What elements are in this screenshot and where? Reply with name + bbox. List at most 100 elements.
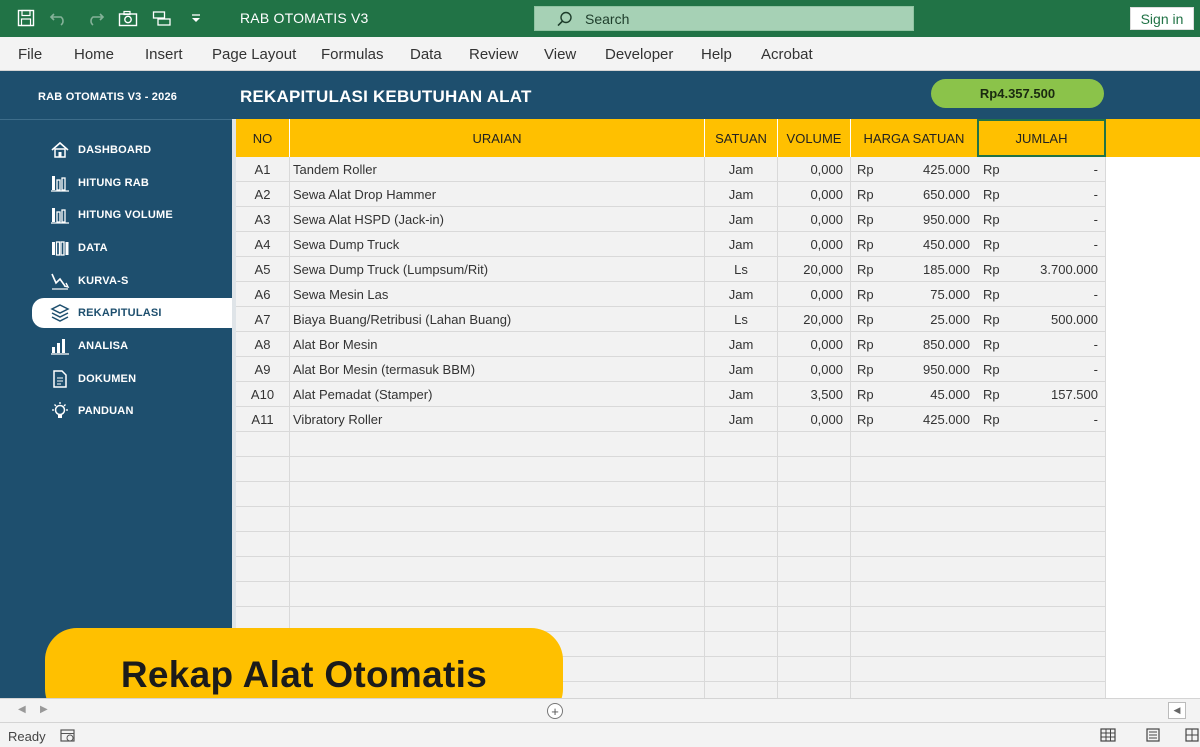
column-header-no[interactable]: NO	[236, 119, 290, 157]
cell-satuan[interactable]: Jam	[705, 282, 778, 307]
cell-volume[interactable]	[778, 507, 851, 532]
scroll-left-icon[interactable]: ◀	[18, 704, 26, 715]
ribbon-tab-formulas[interactable]: Formulas	[321, 46, 384, 63]
cell-satuan[interactable]: Jam	[705, 357, 778, 382]
cell-volume[interactable]	[778, 607, 851, 632]
cell-harga[interactable]: Rp 950.000	[851, 207, 978, 232]
cell-satuan[interactable]	[705, 482, 778, 507]
cell-harga[interactable]: Rp 450.000	[851, 232, 978, 257]
cell-satuan[interactable]	[705, 457, 778, 482]
cell-jumlah[interactable]: Rp 500.000	[977, 307, 1106, 332]
cell-satuan[interactable]: Jam	[705, 332, 778, 357]
cell-uraian[interactable]	[290, 582, 705, 607]
page-break-view-icon[interactable]	[1185, 728, 1200, 742]
cell-no[interactable]: A9	[236, 357, 290, 382]
cell-jumlah[interactable]: Rp -	[977, 157, 1106, 182]
cell-jumlah[interactable]: Rp -	[977, 407, 1106, 432]
page-layout-view-icon[interactable]	[1145, 728, 1161, 742]
cell-harga[interactable]	[851, 482, 978, 507]
sidebar-item-kurva-s[interactable]: KURVA-S	[0, 266, 232, 296]
cell-volume[interactable]: 3,500	[778, 382, 851, 407]
cell-satuan[interactable]: Jam	[705, 182, 778, 207]
ribbon-tab-help[interactable]: Help	[701, 46, 732, 63]
cell-uraian[interactable]: Sewa Alat HSPD (Jack-in)	[290, 207, 705, 232]
search-box[interactable]: Search	[534, 6, 914, 31]
cell-no[interactable]: A4	[236, 232, 290, 257]
sidebar-item-panduan[interactable]: PANDUAN	[0, 396, 232, 426]
normal-view-icon[interactable]	[1100, 728, 1116, 742]
scroll-left-arrow-icon[interactable]: ◀	[1168, 702, 1186, 719]
camera-icon[interactable]	[116, 7, 140, 29]
cell-jumlah[interactable]	[977, 657, 1106, 682]
cell-satuan[interactable]	[705, 432, 778, 457]
sign-in-button[interactable]: Sign in	[1130, 7, 1194, 30]
cell-no[interactable]: A3	[236, 207, 290, 232]
cell-volume[interactable]	[778, 582, 851, 607]
cell-satuan[interactable]	[705, 632, 778, 657]
cell-jumlah[interactable]: Rp -	[977, 282, 1106, 307]
cell-harga[interactable]	[851, 582, 978, 607]
cell-harga[interactable]	[851, 507, 978, 532]
cell-no[interactable]: A7	[236, 307, 290, 332]
cell-volume[interactable]: 20,000	[778, 257, 851, 282]
sidebar-item-dokumen[interactable]: DOKUMEN	[0, 364, 232, 394]
sidebar-item-hitung-rab[interactable]: HITUNG RAB	[0, 168, 232, 198]
sidebar-item-analisa[interactable]: ANALISA	[0, 331, 232, 361]
sidebar-item-hitung-volume[interactable]: HITUNG VOLUME	[0, 200, 232, 230]
cell-jumlah[interactable]	[977, 557, 1106, 582]
column-header-volume[interactable]: VOLUME	[778, 119, 851, 157]
cell-jumlah[interactable]	[977, 507, 1106, 532]
cell-jumlah[interactable]	[977, 607, 1106, 632]
cell-volume[interactable]: 0,000	[778, 357, 851, 382]
ribbon-tab-file[interactable]: File	[18, 46, 42, 63]
cell-jumlah[interactable]: Rp -	[977, 357, 1106, 382]
cell-no[interactable]: A1	[236, 157, 290, 182]
cell-satuan[interactable]: Jam	[705, 382, 778, 407]
ribbon-tab-page-layout[interactable]: Page Layout	[212, 46, 296, 63]
cell-uraian[interactable]: Sewa Dump Truck (Lumpsum/Rit)	[290, 257, 705, 282]
cell-volume[interactable]: 0,000	[778, 332, 851, 357]
cell-harga[interactable]	[851, 632, 978, 657]
cell-satuan[interactable]: Jam	[705, 407, 778, 432]
cell-jumlah[interactable]	[977, 482, 1106, 507]
customize-toolbar-icon[interactable]	[184, 7, 208, 29]
cell-no[interactable]: A8	[236, 332, 290, 357]
cell-uraian[interactable]: Vibratory Roller	[290, 407, 705, 432]
cell-volume[interactable]	[778, 457, 851, 482]
cell-harga[interactable]: Rp 185.000	[851, 257, 978, 282]
cell-volume[interactable]	[778, 532, 851, 557]
cell-jumlah[interactable]	[977, 532, 1106, 557]
accessibility-icon[interactable]	[60, 729, 76, 747]
ribbon-tab-view[interactable]: View	[544, 46, 576, 63]
cell-no[interactable]: A10	[236, 382, 290, 407]
cell-satuan[interactable]: Jam	[705, 232, 778, 257]
column-header-satuan[interactable]: SATUAN	[705, 119, 778, 157]
cell-harga[interactable]	[851, 682, 978, 698]
cell-no[interactable]	[236, 582, 290, 607]
cell-satuan[interactable]: Ls	[705, 257, 778, 282]
cell-volume[interactable]: 0,000	[778, 282, 851, 307]
cell-satuan[interactable]	[705, 607, 778, 632]
scroll-right-icon[interactable]: ▶	[40, 704, 48, 715]
cell-satuan[interactable]: Jam	[705, 207, 778, 232]
cell-uraian[interactable]	[290, 457, 705, 482]
cell-uraian[interactable]: Biaya Buang/Retribusi (Lahan Buang)	[290, 307, 705, 332]
cell-jumlah[interactable]	[977, 632, 1106, 657]
cell-uraian[interactable]	[290, 482, 705, 507]
ribbon-tab-developer[interactable]: Developer	[605, 46, 673, 63]
cell-jumlah[interactable]: Rp 3.700.000	[977, 257, 1106, 282]
cell-jumlah[interactable]: Rp -	[977, 182, 1106, 207]
cell-volume[interactable]: 0,000	[778, 407, 851, 432]
cell-volume[interactable]	[778, 682, 851, 698]
cell-jumlah[interactable]	[977, 682, 1106, 698]
cell-harga[interactable]: Rp 950.000	[851, 357, 978, 382]
cell-harga[interactable]: Rp 425.000	[851, 157, 978, 182]
undo-icon[interactable]	[48, 7, 72, 29]
column-header-jumlah[interactable]: JUMLAH	[977, 119, 1106, 157]
cell-harga[interactable]: Rp 75.000	[851, 282, 978, 307]
cell-volume[interactable]: 20,000	[778, 307, 851, 332]
cell-jumlah[interactable]	[977, 432, 1106, 457]
cell-satuan[interactable]: Ls	[705, 307, 778, 332]
cell-uraian[interactable]	[290, 557, 705, 582]
cell-jumlah[interactable]: Rp -	[977, 207, 1106, 232]
